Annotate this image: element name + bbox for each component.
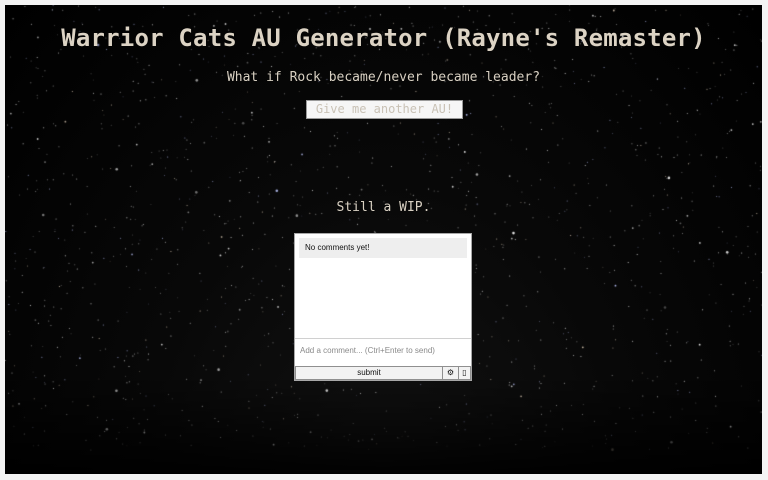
page-background: Warrior Cats AU Generator (Rayne's Remas…	[5, 5, 762, 474]
give-another-au-button[interactable]: Give me another AU!	[306, 100, 463, 119]
page-title: Warrior Cats AU Generator (Rayne's Remas…	[61, 24, 706, 52]
au-prompt-text: What if Rock became/never became leader?	[226, 70, 541, 85]
wip-notice: Still a WIP.	[336, 200, 431, 215]
comment-input[interactable]	[295, 338, 471, 362]
comments-widget: No comments yet! submit ⚙ ▯	[294, 233, 472, 381]
main-content: Warrior Cats AU Generator (Rayne's Remas…	[5, 5, 762, 474]
submit-comment-button[interactable]: submit	[295, 366, 443, 380]
comments-empty-message: No comments yet!	[299, 238, 467, 258]
gear-icon[interactable]: ⚙	[443, 366, 459, 380]
info-icon[interactable]: ▯	[459, 366, 471, 380]
comment-toolbar: submit ⚙ ▯	[295, 366, 471, 380]
